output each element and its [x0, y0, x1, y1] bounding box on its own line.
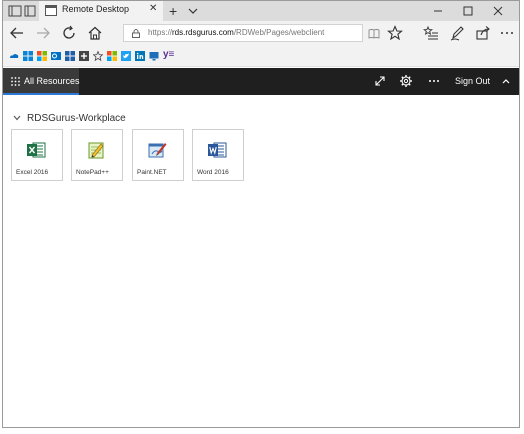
lock-icon[interactable]	[132, 29, 140, 38]
yammer-icon[interactable]: y≡	[163, 49, 177, 60]
home-icon[interactable]	[87, 25, 103, 41]
navigation-bar: https://rds.rdsgurus.com/RDWeb/Pages/web…	[3, 21, 519, 45]
reading-view-icon[interactable]	[368, 28, 380, 39]
url-path: /RDWeb/Pages/webclient	[233, 28, 325, 37]
maximize-icon[interactable]	[455, 1, 481, 21]
app-tile-notepad-plus-plus[interactable]: NotePad++	[71, 129, 123, 181]
minimize-icon[interactable]	[425, 1, 451, 21]
address-bar[interactable]: https://rds.rdsgurus.com/RDWeb/Pages/web…	[123, 24, 380, 42]
linkedin-icon[interactable]	[135, 51, 145, 61]
windows-icon[interactable]	[23, 51, 33, 61]
back-arrow-icon[interactable]	[9, 25, 25, 41]
app-top-bar: All Resources Sign Out	[3, 68, 519, 95]
app-label: Word 2016	[197, 169, 229, 176]
resources-panel: RDSGurus-Workplace Excel 2016 NotePad++	[3, 95, 519, 427]
chevron-down-icon[interactable]	[187, 1, 199, 21]
monitor-icon[interactable]	[149, 51, 159, 61]
url-host: rds.rdsgurus.com	[172, 28, 234, 37]
app-label: NotePad++	[76, 169, 109, 176]
workspace-group-title[interactable]: RDSGurus-Workplace	[27, 113, 126, 124]
star-icon[interactable]	[387, 25, 403, 41]
onedrive-icon[interactable]	[9, 51, 19, 61]
tab-back-icon[interactable]	[24, 5, 36, 17]
remote-desktop-tab-icon	[45, 5, 57, 16]
collapse-chevron-icon[interactable]	[13, 115, 21, 121]
browser-window: Remote Desktop ✕ + https://rds.rdsgurus.…	[2, 0, 520, 428]
refresh-icon[interactable]	[61, 25, 77, 41]
twitter-icon[interactable]	[121, 51, 131, 61]
tab-title: Remote Desktop	[62, 4, 130, 14]
url-prefix: https://	[148, 28, 173, 37]
more-options-icon[interactable]	[499, 25, 515, 41]
app-tile-excel[interactable]: Excel 2016	[11, 129, 63, 181]
grid-icon	[11, 77, 20, 86]
microsoft-icon[interactable]	[37, 51, 47, 61]
pen-icon[interactable]	[449, 25, 465, 41]
app-label: Excel 2016	[16, 169, 49, 176]
favorite-star-icon[interactable]	[93, 51, 103, 61]
tab-strip: Remote Desktop ✕ +	[3, 1, 519, 21]
app-tile-paint-net[interactable]: Paint.NET	[132, 129, 184, 181]
excel-icon	[27, 142, 46, 158]
microsoft-logo-icon[interactable]	[107, 51, 117, 61]
favorites-hub-icon[interactable]	[423, 25, 439, 41]
all-resources-label: All Resources	[24, 76, 80, 86]
share-icon[interactable]	[475, 25, 491, 41]
app-label: Paint.NET	[137, 169, 167, 176]
paint-net-icon	[148, 143, 167, 158]
add-icon[interactable]	[79, 51, 89, 61]
gear-icon[interactable]	[399, 74, 413, 88]
address-url: https://rds.rdsgurus.com/RDWeb/Pages/web…	[148, 28, 324, 37]
forward-arrow-icon[interactable]	[35, 25, 51, 41]
sign-out-button[interactable]: Sign Out	[455, 76, 490, 86]
app-tile-word[interactable]: Word 2016	[192, 129, 244, 181]
tab-remote-desktop[interactable]: Remote Desktop ✕	[39, 1, 163, 21]
close-icon[interactable]: ✕	[149, 3, 157, 14]
tab-actions-icon[interactable]	[8, 4, 22, 18]
word-icon	[208, 142, 227, 158]
chevron-up-icon[interactable]	[501, 76, 511, 86]
windows-store-icon[interactable]	[65, 51, 75, 61]
new-tab-icon[interactable]: +	[169, 1, 177, 21]
more-options-icon[interactable]	[427, 74, 441, 88]
notepad-plus-plus-icon	[88, 142, 104, 159]
all-resources-tab[interactable]: All Resources	[3, 68, 80, 95]
outlook-icon[interactable]	[51, 51, 61, 61]
fullscreen-icon[interactable]	[373, 74, 387, 88]
favorites-bar: y≡	[3, 45, 519, 67]
window-close-icon[interactable]	[485, 1, 511, 21]
